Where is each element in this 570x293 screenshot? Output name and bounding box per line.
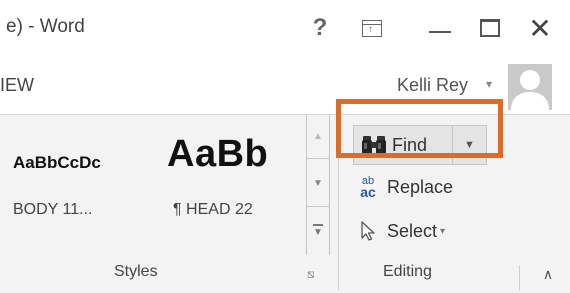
title-bar: e) - Word ? ↑ ✕: [0, 0, 570, 58]
binoculars-icon: [360, 134, 388, 156]
maximize-icon: [480, 19, 500, 37]
maximize-button[interactable]: [470, 10, 510, 46]
styles-gallery-scrollbar: ▲ ▼ ▼: [306, 115, 330, 255]
select-label: Select: [387, 220, 438, 241]
chevron-down-icon: ▾: [440, 225, 446, 237]
ribbon-panel: AaBbCcDc BODY 11... AaBb ¶ HEAD 22 ▲ ▼ ▼…: [0, 114, 570, 293]
find-button[interactable]: Find ▼: [353, 125, 487, 165]
window-title: e) - Word: [6, 16, 85, 37]
find-dropdown-button[interactable]: ▼: [452, 126, 486, 164]
styles-group-label: Styles: [114, 263, 158, 280]
replace-button[interactable]: ab ac Replace: [355, 171, 453, 203]
gallery-scroll-up-button[interactable]: ▲: [307, 115, 329, 159]
user-avatar-icon[interactable]: [508, 64, 552, 110]
more-icon: ▼: [313, 224, 323, 238]
help-button[interactable]: ?: [300, 10, 340, 46]
cursor-arrow-icon: [355, 220, 381, 242]
ribbon-display-options-icon: ↑: [362, 19, 382, 37]
replace-label: Replace: [387, 176, 454, 197]
user-name[interactable]: Kelli Rey: [397, 75, 468, 96]
collapse-ribbon-button[interactable]: ∧: [536, 262, 560, 286]
gallery-more-button[interactable]: ▼: [307, 208, 329, 254]
chevron-up-icon: ▲: [313, 131, 323, 142]
style-body[interactable]: AaBbCcDc BODY 11...: [0, 115, 153, 255]
style-preview: AaBbCcDc: [13, 153, 101, 172]
close-icon: ✕: [528, 12, 552, 44]
chevron-up-icon: ∧: [542, 265, 554, 282]
tab-view[interactable]: IEW: [0, 75, 34, 96]
group-divider: [519, 265, 520, 290]
chevron-down-icon: ▼: [313, 178, 323, 189]
editing-group: Find ▼ ab ac Replace Select ▾ Editing: [339, 115, 520, 293]
style-heading[interactable]: AaBb ¶ HEAD 22: [153, 115, 303, 255]
dialog-launcher-icon[interactable]: ⧅: [307, 267, 315, 282]
styles-gallery: AaBbCcDc BODY 11... AaBb ¶ HEAD 22: [0, 115, 312, 255]
user-menu-caret-icon[interactable]: ▾: [486, 77, 492, 91]
minimize-button[interactable]: [420, 10, 460, 46]
find-label: Find: [392, 134, 428, 155]
close-button[interactable]: ✕: [520, 10, 560, 46]
editing-group-label: Editing: [383, 263, 432, 280]
ribbon-tab-row: IEW Kelli Rey ▾: [0, 58, 570, 114]
select-button[interactable]: Select ▾: [355, 215, 445, 247]
style-preview: AaBb: [167, 133, 269, 175]
help-icon: ?: [312, 14, 328, 41]
style-name: BODY 11...: [13, 201, 93, 218]
gallery-scroll-down-button[interactable]: ▼: [307, 161, 329, 207]
replace-icon: ab ac: [360, 175, 376, 200]
minimize-icon: [429, 30, 451, 34]
chevron-down-icon: ▼: [464, 139, 475, 151]
ribbon-display-options-button[interactable]: ↑: [352, 10, 392, 46]
style-name: ¶ HEAD 22: [173, 201, 253, 218]
